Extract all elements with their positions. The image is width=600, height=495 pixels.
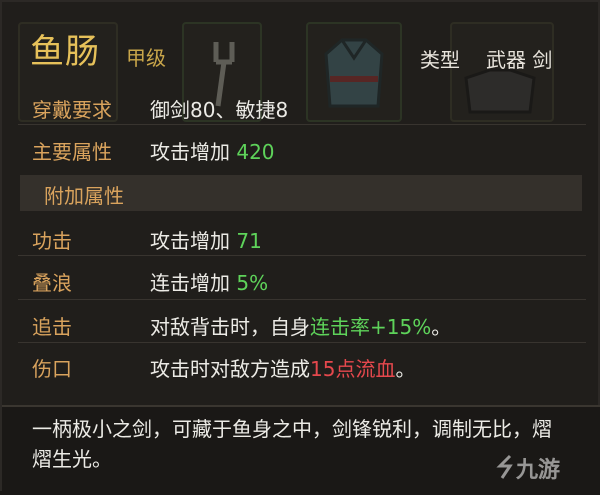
extra-attr-text: 连击增加 — [150, 271, 237, 295]
item-tooltip-panel: 鱼肠 甲级 类型 武器 剑 穿戴要求 御剑80、敏捷8 主要属性 攻击增加 42… — [0, 0, 600, 495]
item-type-value: 武器 剑 — [486, 48, 553, 72]
watermark-logo-icon — [496, 454, 513, 479]
main-attr-number: 420 — [236, 140, 275, 164]
extra-attr-value: 攻击增加 71 — [150, 225, 262, 254]
divider — [18, 342, 586, 343]
watermark-text: 九游 — [516, 458, 561, 483]
divider — [18, 299, 586, 300]
extra-attr-value: 连击增加 5% — [150, 267, 268, 296]
divider — [18, 124, 586, 125]
extra-attr-label: 功击 — [32, 229, 72, 253]
item-grade: 甲级 — [126, 46, 166, 70]
extra-attr-text: 。 — [395, 357, 416, 381]
requirement-value: 御剑80、敏捷8 — [150, 98, 289, 122]
divider — [18, 255, 586, 256]
main-attr-label: 主要属性 — [32, 140, 112, 164]
extra-attr-text: 。 — [431, 315, 452, 339]
extra-attr-number: 71 — [236, 229, 262, 253]
extra-attr-label: 伤口 — [32, 357, 72, 381]
requirement-label: 穿戴要求 — [32, 98, 112, 122]
extra-attr-value: 对敌背击时，自身连击率+15%。 — [150, 311, 451, 340]
extra-attr-text: 攻击时对敌方造成 — [150, 357, 310, 381]
item-name: 鱼肠 — [30, 32, 100, 72]
item-type-label: 类型 — [420, 48, 460, 72]
extra-attr-highlight: 15点流血 — [310, 357, 396, 381]
robe-armor-icon — [324, 38, 384, 108]
main-attr-text: 攻击增加 — [150, 140, 237, 164]
extra-attr-highlight: 连击率+15% — [310, 315, 432, 339]
extra-attr-number: 5% — [236, 271, 269, 295]
extra-attr-text: 攻击增加 — [150, 229, 237, 253]
extra-attr-value: 攻击时对敌方造成15点流血。 — [150, 353, 415, 382]
extra-attr-label: 追击 — [32, 315, 72, 339]
section-title: 附加属性 — [44, 184, 124, 208]
item-description: 一柄极小之剑，可藏于鱼身之中，剑锋锐利，调制无比，熠熠生光。 — [32, 417, 552, 471]
main-attr-value: 攻击增加 420 — [150, 136, 275, 165]
extra-attr-label: 叠浪 — [32, 271, 72, 295]
extra-attr-text: 对敌背击时，自身 — [150, 315, 310, 339]
dark-armor-icon — [464, 68, 536, 114]
